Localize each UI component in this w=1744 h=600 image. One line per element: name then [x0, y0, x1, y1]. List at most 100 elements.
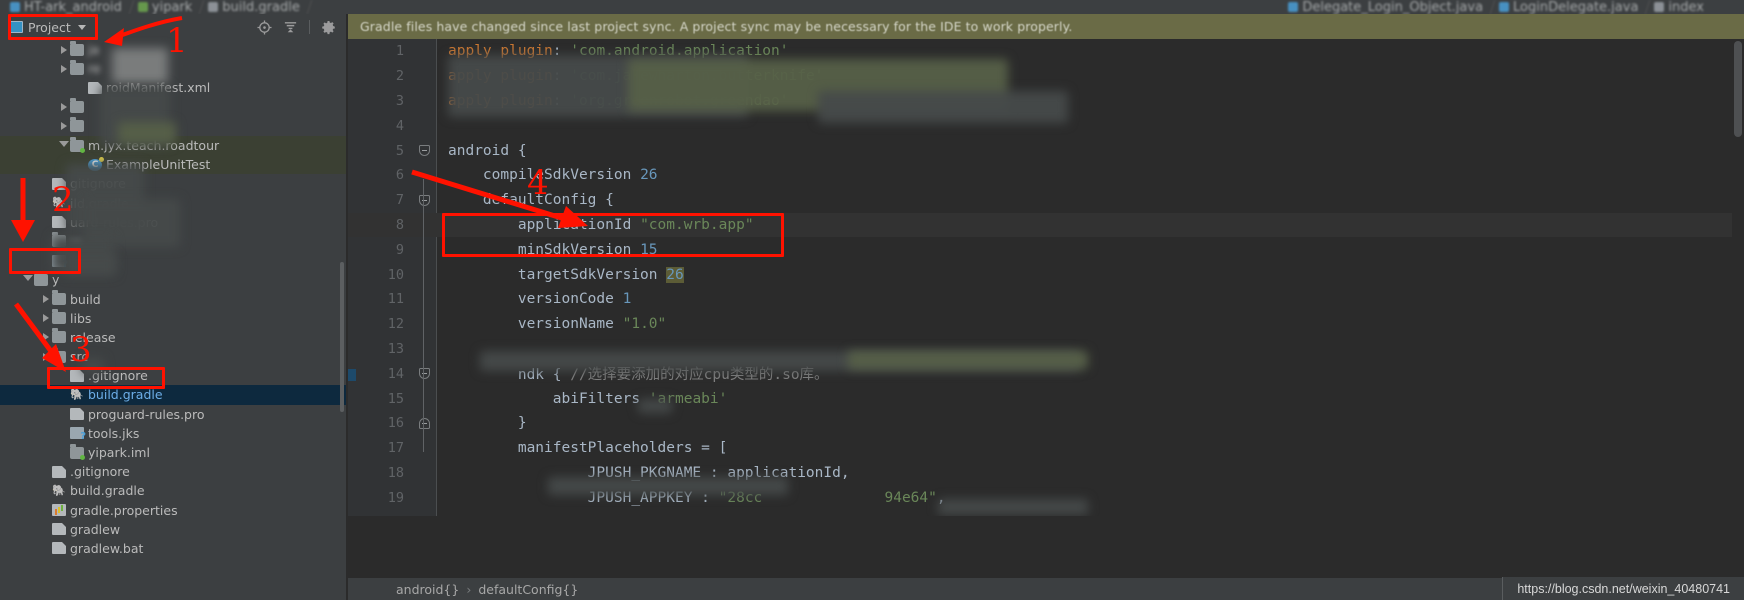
tree-item-build-gradle[interactable]: 🐘 build.gradle	[0, 481, 346, 500]
project-panel-scrollbar[interactable]	[340, 262, 344, 412]
tree-item-tools-j[interactable]: tools.j	[0, 251, 346, 270]
gradle-sync-notification[interactable]: Gradle files have changed since last pro…	[348, 14, 1744, 39]
tree-item-roidmanifest-xml[interactable]: roidManifest.xml	[0, 78, 346, 97]
fold-toggle-icon[interactable]	[412, 417, 436, 429]
chevron-down-icon[interactable]	[77, 24, 86, 30]
tree-item-label: .gitignore	[88, 368, 148, 384]
tree-item-release[interactable]: release	[0, 328, 346, 347]
code-line[interactable]: 16 }	[348, 411, 1744, 436]
tree-item-gradlew-bat[interactable]: gradlew.bat	[0, 539, 346, 558]
project-icon	[10, 21, 23, 33]
tab-login-delegate[interactable]: LoginDelegate.java	[1493, 0, 1651, 14]
tree-item-src[interactable]: src	[0, 347, 346, 366]
project-file-tree[interactable]: ja re roidManifest.xml m.jyx.teach.roadtour…	[0, 40, 346, 600]
tree-item-re[interactable]: re	[0, 59, 346, 78]
fold-toggle-icon[interactable]	[412, 194, 436, 206]
code-line[interactable]: 6 compileSdkVersion 26	[348, 163, 1744, 188]
code-text: apply plugin: 'org.greenrobot.greendao'	[448, 92, 789, 109]
code-line[interactable]: 12 versionName "1.0"	[348, 312, 1744, 337]
code-line[interactable]: 5 android {	[348, 138, 1744, 163]
target-icon[interactable]	[257, 19, 272, 35]
breadcrumb-android[interactable]: android{}	[396, 582, 459, 597]
code-line[interactable]: 18 JPUSH_PKGNAME : applicationId,	[348, 461, 1744, 486]
project-view-selector[interactable]: Project	[6, 19, 90, 36]
tree-item-yipark-iml[interactable]: yipark.iml	[0, 443, 346, 462]
chevron-right-icon[interactable]	[58, 44, 70, 56]
tab-yipark[interactable]: yipark	[132, 0, 205, 14]
tab-ht-ark-android[interactable]: HT-ark_android	[0, 0, 135, 14]
fold-toggle-icon[interactable]	[412, 368, 436, 380]
file-icon	[52, 216, 66, 229]
tree-item-libs[interactable]: libs	[0, 309, 346, 328]
chevron-right-icon[interactable]	[40, 293, 52, 305]
tree-item-label: y	[52, 272, 60, 288]
code-line[interactable]: 7 defaultConfig {	[348, 188, 1744, 213]
code-line[interactable]: 8 applicationId "com.wrb.app"	[348, 212, 1744, 238]
tab-label: index	[1668, 0, 1704, 14]
code-line[interactable]: 19 JPUSH_APPKEY : "28cc 94e64",	[348, 485, 1744, 510]
tab-build-gradle[interactable]: build.gradle	[202, 0, 313, 14]
tree-item-exampleunittest[interactable]: ExampleUnitTest	[0, 155, 346, 175]
collapse-all-icon[interactable]	[283, 20, 298, 35]
project-panel-header: Project	[0, 14, 346, 40]
chevron-right-icon[interactable]	[58, 120, 70, 132]
chevron-right-icon[interactable]	[40, 351, 52, 363]
tree-item--gitignore[interactable]: .gitignore	[0, 462, 346, 481]
code-line[interactable]: 15 abiFilters 'armeabi'	[348, 386, 1744, 411]
tree-item-gitignore[interactable]: gitignore	[0, 174, 346, 193]
tree-item-build-gradle[interactable]: 🐘 build.gradle	[0, 385, 346, 405]
code-lines[interactable]: 1 apply plugin: 'com.android.application'…	[348, 39, 1744, 516]
folder-icon	[52, 290, 66, 306]
tree-item-re[interactable]: re	[0, 232, 346, 251]
tree-item--gitignore[interactable]: .gitignore	[0, 366, 346, 385]
editor-scrollbar-thumb[interactable]	[1734, 41, 1742, 137]
tree-item-uard-rules-pro[interactable]: uard-rules.pro	[0, 213, 346, 232]
code-line[interactable]: 11 versionCode 1	[348, 287, 1744, 312]
line-number: 4	[395, 117, 404, 134]
tree-item-blank[interactable]	[0, 98, 346, 117]
file-icon	[52, 523, 66, 536]
tree-item-gradle-properties[interactable]: gradle.properties	[0, 501, 346, 520]
chevron-down-icon[interactable]	[58, 140, 70, 152]
editor-tab-strip[interactable]: HT-ark_android yipark build.gradle Deleg…	[0, 0, 1744, 14]
code-area[interactable]: 1 apply plugin: 'com.android.application'…	[348, 39, 1744, 516]
tree-item-blank[interactable]	[0, 117, 346, 136]
code-text: minSdkVersion 15	[448, 241, 658, 258]
code-line[interactable]: 9 minSdkVersion 15	[348, 237, 1744, 262]
chevron-right-icon[interactable]	[40, 312, 52, 324]
code-line[interactable]: 2 apply plugin: 'com.jakewharton.butterkn…	[348, 64, 1744, 89]
tab-index[interactable]: index	[1648, 0, 1744, 14]
tree-item-y[interactable]: y	[0, 270, 346, 289]
code-text: versionCode 1	[448, 291, 632, 308]
chevron-right-icon[interactable]	[58, 63, 70, 75]
editor-scrollbar[interactable]	[1732, 39, 1744, 516]
code-line[interactable]: 14 ndk { //选择要添加的对应cpu类型的.so库。	[348, 361, 1744, 386]
module-icon	[137, 2, 148, 12]
toolbar-divider	[309, 20, 310, 34]
chevron-right-icon[interactable]	[58, 101, 70, 113]
chevron-right-icon[interactable]	[40, 331, 52, 343]
tree-item-proguard-rules-pro[interactable]: proguard-rules.pro	[0, 405, 346, 424]
breadcrumb-default-config[interactable]: defaultConfig{}	[478, 582, 578, 597]
code-line[interactable]: 4	[348, 113, 1744, 138]
tab-delegate-login-object[interactable]: Delegate_Login_Object.java	[1282, 0, 1496, 14]
right-tab-group[interactable]: Delegate_Login_Object.java LoginDelegate…	[1282, 0, 1744, 14]
code-line[interactable]: 17 manifestPlaceholders = [	[348, 436, 1744, 461]
gear-icon[interactable]	[321, 20, 336, 35]
code-line[interactable]: 13	[348, 337, 1744, 362]
tree-item-ja[interactable]: ja	[0, 40, 346, 59]
fold-toggle-icon[interactable]	[412, 145, 436, 157]
code-line[interactable]: 1 apply plugin: 'com.android.application'	[348, 39, 1744, 64]
chevron-down-icon[interactable]	[22, 274, 34, 286]
code-line[interactable]: 3 apply plugin: 'org.greenrobot.greendao'	[348, 89, 1744, 114]
tree-item-gradlew[interactable]: gradlew	[0, 520, 346, 539]
notification-message: Gradle files have changed since last pro…	[360, 19, 1073, 34]
tree-item-tools-jks[interactable]: tools.jks	[0, 424, 346, 443]
tree-item-m-jyx-teach-roadtour[interactable]: m.jyx.teach.roadtour	[0, 135, 346, 156]
tree-item-build[interactable]: build	[0, 289, 346, 308]
code-line[interactable]: 10 targetSdkVersion 26	[348, 262, 1744, 287]
tree-item-ild-gradle[interactable]: 🐘 ild.gradle	[0, 194, 346, 213]
